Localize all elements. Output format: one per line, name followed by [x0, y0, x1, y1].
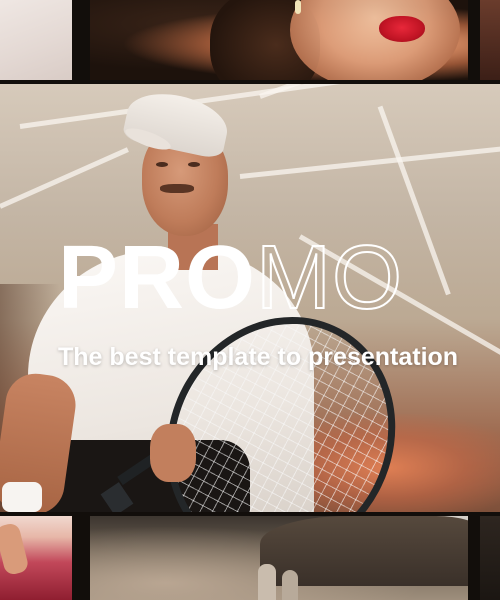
- title-outline-part: MO: [255, 228, 404, 328]
- tile-leg: [0, 521, 30, 577]
- promo-subtitle: The best template to presentation: [58, 343, 459, 371]
- landscape-figure: [258, 564, 276, 600]
- photo-tile-top-left: [0, 0, 72, 80]
- player-wristband: [2, 482, 42, 512]
- photo-tile-top-right: [480, 0, 500, 80]
- ceiling-beam: [239, 144, 500, 179]
- photo-tile-landscape: [90, 516, 468, 600]
- title-bold-part: PRO: [58, 228, 257, 328]
- ceiling-beam: [259, 84, 500, 99]
- player-eye: [156, 162, 168, 167]
- photo-tile-portrait-woman: [90, 0, 468, 80]
- portrait-face: [290, 0, 460, 80]
- player-eye: [188, 162, 200, 167]
- ceiling-beam: [0, 147, 129, 209]
- player-mustache: [160, 184, 194, 193]
- photo-tile-bottom-right: [480, 516, 500, 600]
- promo-title: PROMO: [58, 228, 404, 328]
- portrait-earring: [295, 0, 301, 14]
- player-hand: [150, 424, 196, 482]
- portrait-lips: [379, 16, 425, 42]
- landscape-figure: [282, 570, 298, 600]
- photo-tile-bottom-left: [0, 516, 72, 600]
- promo-collage: PROMO The best template to presentation: [0, 0, 500, 600]
